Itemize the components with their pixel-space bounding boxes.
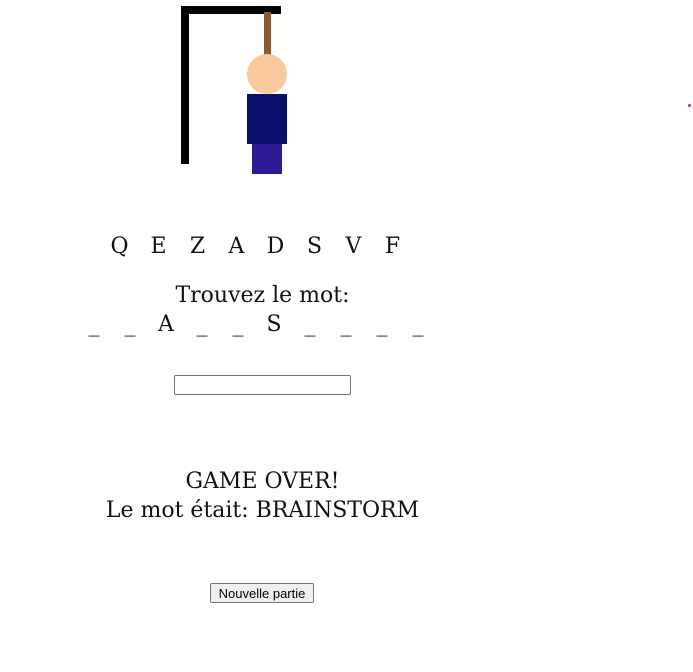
used-letter: Z xyxy=(189,234,206,259)
used-letter: V xyxy=(345,234,362,259)
red-dot xyxy=(688,104,691,107)
revealed-word: Le mot était: BRAINSTORM xyxy=(105,498,420,523)
word-letter-slot: S xyxy=(266,312,282,337)
gallows-post xyxy=(181,6,189,164)
word-letter-slot: _ xyxy=(232,312,244,337)
find-word-prompt: Trouvez le mot: xyxy=(175,283,350,308)
new-game-button[interactable]: Nouvelle partie xyxy=(210,583,314,603)
game-over-message: GAME OVER! Le mot était: BRAINSTORM xyxy=(80,467,445,525)
hidden-word: _ _ A _ _ S _ _ _ _ xyxy=(76,312,436,337)
letter-guess-input[interactable] xyxy=(174,375,351,395)
word-letter-slot: A xyxy=(158,312,174,337)
word-letter-slot: _ xyxy=(304,312,316,337)
word-letter-slot: _ xyxy=(88,312,100,337)
hangman-legs xyxy=(252,144,282,174)
used-letter: F xyxy=(384,234,401,259)
used-letter: Q xyxy=(110,234,129,259)
word-letter-slot: _ xyxy=(412,312,424,337)
word-letter-slot: _ xyxy=(196,312,208,337)
word-letter-slot: _ xyxy=(124,312,136,337)
used-letter: D xyxy=(266,234,285,259)
word-letter-slot: _ xyxy=(376,312,388,337)
rope xyxy=(264,12,271,56)
used-letter: A xyxy=(228,234,245,259)
hangman-head xyxy=(247,54,287,94)
hangman-torso xyxy=(247,94,287,144)
word-letter-slot: _ xyxy=(340,312,352,337)
used-letter: S xyxy=(306,234,323,259)
used-letters: Q E Z A D S V F xyxy=(100,234,425,259)
used-letter: E xyxy=(150,234,167,259)
game-over-headline: GAME OVER! xyxy=(185,469,340,494)
